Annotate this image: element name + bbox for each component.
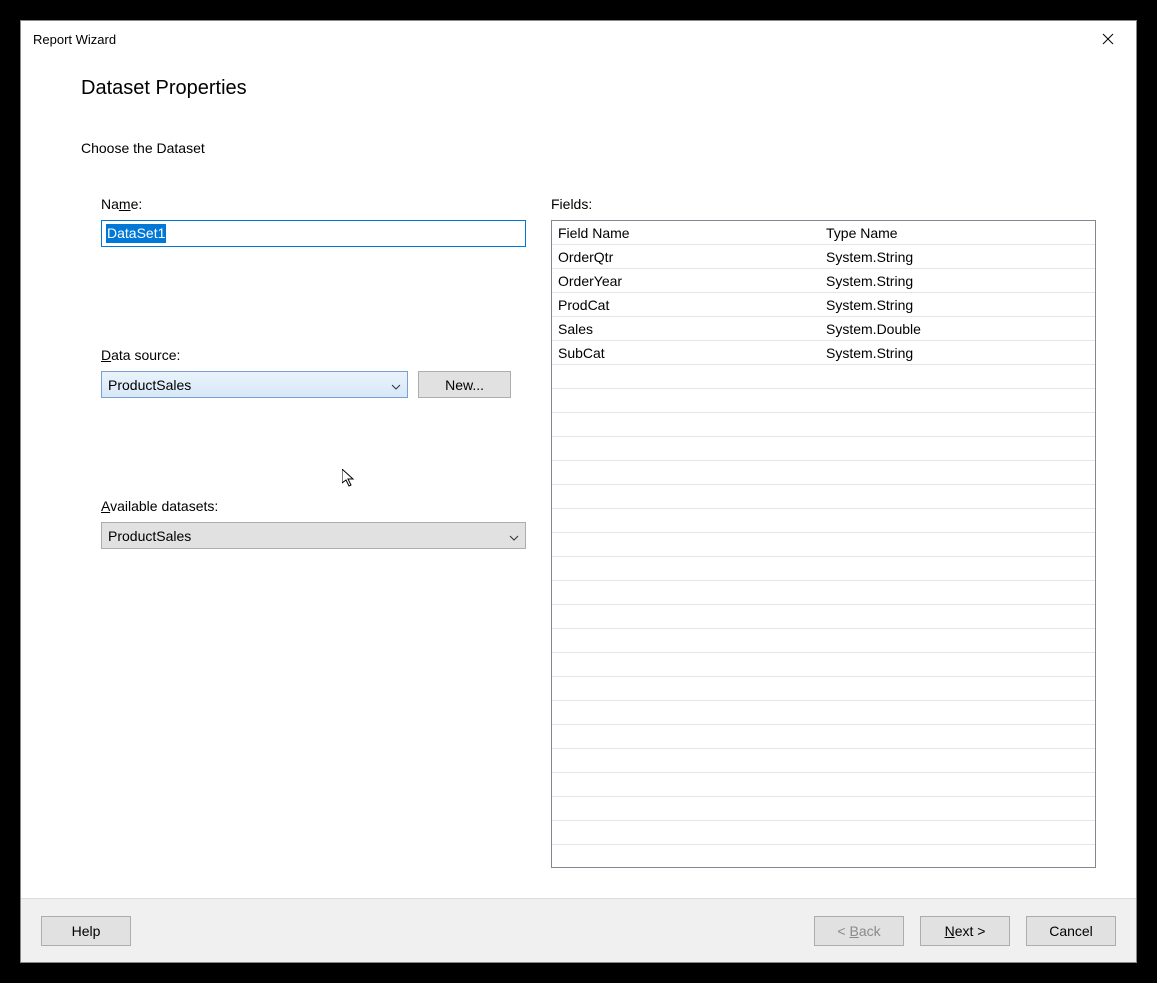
fields-empty-row [552, 629, 1095, 653]
next-button[interactable]: Next > [920, 916, 1010, 946]
field-type-cell: System.String [820, 249, 1095, 265]
available-selected: ProductSales [108, 528, 191, 544]
fields-row[interactable]: SubCatSystem.String [552, 341, 1095, 365]
fields-header-type: Type Name [820, 225, 1095, 241]
fields-grid[interactable]: Field Name Type Name OrderQtrSystem.Stri… [551, 220, 1096, 868]
fields-row[interactable]: OrderQtrSystem.String [552, 245, 1095, 269]
field-type-cell: System.String [820, 273, 1095, 289]
footer-bar: Help < Back Next > Cancel [21, 898, 1136, 962]
datasource-label: Data source: [101, 347, 511, 363]
fields-empty-row [552, 701, 1095, 725]
fields-empty-row [552, 677, 1095, 701]
fields-empty-row [552, 461, 1095, 485]
left-column: Name: DataSet1 Data source: ProductSales [81, 196, 511, 868]
fields-row[interactable]: SalesSystem.Double [552, 317, 1095, 341]
fields-empty-row [552, 845, 1095, 868]
fields-empty-row [552, 533, 1095, 557]
datasource-selected: ProductSales [108, 377, 191, 393]
close-button[interactable] [1090, 24, 1126, 54]
field-type-cell: System.String [820, 345, 1095, 361]
back-button: < Back [814, 916, 904, 946]
available-datasets-label: Available datasets: [101, 498, 511, 514]
field-type-cell: System.Double [820, 321, 1095, 337]
cancel-button[interactable]: Cancel [1026, 916, 1116, 946]
name-label: Name: [101, 196, 511, 212]
datasource-select[interactable]: ProductSales [101, 371, 408, 398]
fields-empty-row [552, 653, 1095, 677]
chevron-down-icon [391, 377, 401, 393]
window-title: Report Wizard [33, 32, 1090, 47]
page-subheading: Choose the Dataset [81, 140, 1096, 156]
field-name-cell: OrderQtr [552, 249, 820, 265]
fields-empty-row [552, 581, 1095, 605]
fields-empty-row [552, 365, 1095, 389]
fields-empty-row [552, 413, 1095, 437]
field-name-cell: SubCat [552, 345, 820, 361]
field-name-cell: Sales [552, 321, 820, 337]
fields-empty-row [552, 437, 1095, 461]
fields-label: Fields: [551, 196, 1096, 212]
fields-row[interactable]: ProdCatSystem.String [552, 293, 1095, 317]
available-datasets-select[interactable]: ProductSales [101, 522, 526, 549]
fields-row[interactable]: OrderYearSystem.String [552, 269, 1095, 293]
new-datasource-button[interactable]: New... [418, 371, 511, 398]
help-button[interactable]: Help [41, 916, 131, 946]
field-name-cell: ProdCat [552, 297, 820, 313]
fields-empty-row [552, 485, 1095, 509]
report-wizard-dialog: Report Wizard Dataset Properties Choose … [20, 20, 1137, 963]
fields-empty-row [552, 797, 1095, 821]
fields-empty-row [552, 605, 1095, 629]
fields-empty-row [552, 389, 1095, 413]
fields-empty-row [552, 773, 1095, 797]
fields-empty-row [552, 821, 1095, 845]
field-name-cell: OrderYear [552, 273, 820, 289]
close-icon [1102, 33, 1114, 45]
fields-empty-row [552, 509, 1095, 533]
fields-empty-row [552, 725, 1095, 749]
field-type-cell: System.String [820, 297, 1095, 313]
titlebar: Report Wizard [21, 21, 1136, 57]
name-input-selection: DataSet1 [106, 224, 166, 243]
chevron-down-icon [509, 528, 519, 544]
fields-header: Field Name Type Name [552, 221, 1095, 245]
content-area: Dataset Properties Choose the Dataset Na… [21, 57, 1136, 898]
fields-empty-row [552, 557, 1095, 581]
right-column: Fields: Field Name Type Name OrderQtrSys… [551, 196, 1096, 868]
fields-header-name: Field Name [552, 225, 820, 241]
fields-empty-row [552, 749, 1095, 773]
page-heading: Dataset Properties [81, 77, 1096, 100]
